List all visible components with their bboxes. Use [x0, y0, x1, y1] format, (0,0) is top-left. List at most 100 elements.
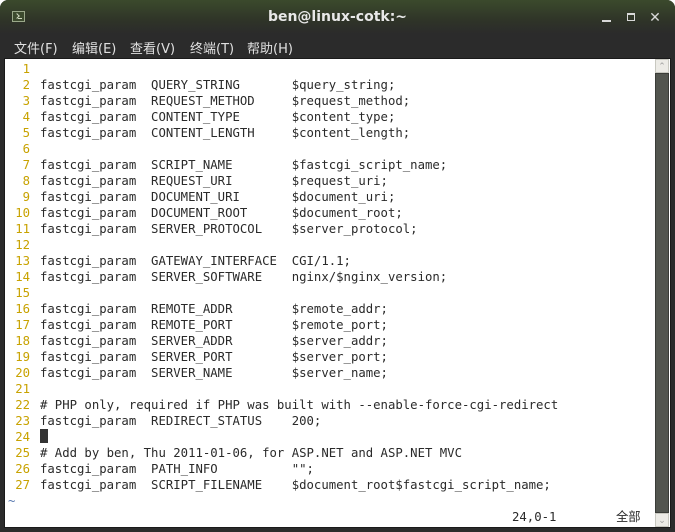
- line-number: 19: [15, 350, 30, 364]
- editor-line: 15: [8, 285, 40, 301]
- editor-line: 22 # PHP only, required if PHP was built …: [8, 397, 558, 413]
- line-number: 27: [15, 478, 30, 492]
- close-button[interactable]: ✕: [648, 11, 662, 25]
- line-number: 10: [15, 206, 30, 220]
- line-text: fastcgi_param SERVER_SOFTWARE nginx/$ngi…: [40, 270, 448, 284]
- editor-line: 6: [8, 141, 40, 157]
- editor-line: 8 fastcgi_param REQUEST_URI $request_uri;: [8, 173, 388, 189]
- menu-edit[interactable]: 编辑(E): [72, 38, 116, 57]
- line-number: 22: [15, 398, 30, 412]
- editor-line: 24: [8, 429, 48, 445]
- line-text: fastcgi_param SERVER_NAME $server_name;: [40, 366, 388, 380]
- line-text: fastcgi_param CONTENT_TYPE $content_type…: [40, 110, 396, 124]
- vim-buffer[interactable]: 1 2 fastcgi_param QUERY_STRING $query_stri…: [8, 60, 648, 526]
- line-number: 14: [15, 270, 30, 284]
- line-text: fastcgi_param SERVER_PORT $server_port;: [40, 350, 388, 364]
- line-text: fastcgi_param REQUEST_METHOD $request_me…: [40, 94, 411, 108]
- maximize-button[interactable]: [625, 11, 639, 25]
- menu-view[interactable]: 查看(V): [130, 38, 175, 57]
- terminal-window: ben@linux-cotk:~ ✕ 文件(F) 编辑(E) 查看(V) 终端(…: [0, 0, 675, 532]
- editor-line: 26 fastcgi_param PATH_INFO "";: [8, 461, 314, 477]
- editor-line: 25 # Add by ben, Thu 2011-01-06, for ASP.…: [8, 445, 462, 461]
- empty-line-tilde: ~: [8, 494, 16, 508]
- line-number: 11: [15, 222, 30, 236]
- vim-status-line: "/etc/nginx/fastcgi_params" 27L, 1076C 已…: [8, 509, 648, 525]
- editor-line: 16 fastcgi_param REMOTE_ADDR $remote_addr…: [8, 301, 388, 317]
- editor-line: 14 fastcgi_param SERVER_SOFTWARE nginx/$n…: [8, 269, 447, 285]
- text-cursor: [40, 429, 48, 443]
- editor-line: 20 fastcgi_param SERVER_NAME $server_name…: [8, 365, 388, 381]
- line-number: 26: [15, 462, 30, 476]
- line-number: 9: [22, 190, 30, 204]
- line-text: fastcgi_param SERVER_ADDR $server_addr;: [40, 334, 388, 348]
- line-number: 8: [22, 174, 30, 188]
- editor-line: 10 fastcgi_param DOCUMENT_ROOT $document_…: [8, 205, 403, 221]
- minimize-icon: [602, 20, 611, 22]
- editor-line: 12: [8, 237, 40, 253]
- scroll-up-button[interactable]: ⌃: [655, 59, 669, 73]
- line-number: 1: [22, 62, 30, 76]
- menu-help[interactable]: 帮助(H): [247, 38, 293, 57]
- editor-line: 18 fastcgi_param SERVER_ADDR $server_addr…: [8, 333, 388, 349]
- line-number: 4: [22, 110, 30, 124]
- line-number: 5: [22, 126, 30, 140]
- scroll-indicator: 全部: [616, 510, 641, 524]
- line-number: 17: [15, 318, 30, 332]
- editor-line: 13 fastcgi_param GATEWAY_INTERFACE CGI/1.…: [8, 253, 351, 269]
- line-number: 15: [15, 286, 30, 300]
- chevron-up-icon: ⌃: [658, 62, 666, 72]
- line-text: fastcgi_param PATH_INFO "";: [40, 462, 314, 476]
- line-number: 6: [22, 142, 30, 156]
- editor-line: 21: [8, 381, 40, 397]
- window-title: ben@linux-cotk:~: [267, 9, 408, 25]
- editor-line: 1: [8, 61, 40, 77]
- line-number: 16: [15, 302, 30, 316]
- editor-line: 5 fastcgi_param CONTENT_LENGTH $content_l…: [8, 125, 411, 141]
- line-text: fastcgi_param GATEWAY_INTERFACE CGI/1.1;: [40, 254, 351, 268]
- menu-terminal[interactable]: 终端(T): [190, 38, 234, 57]
- editor-line: 7 fastcgi_param SCRIPT_NAME $fastcgi_scri…: [8, 157, 448, 173]
- editor-line: 3 fastcgi_param REQUEST_METHOD $request_m…: [8, 93, 411, 109]
- minimize-button[interactable]: [600, 11, 614, 25]
- line-number: 12: [15, 238, 30, 252]
- line-number: 23: [15, 414, 30, 428]
- line-text: fastcgi_param CONTENT_LENGTH $content_le…: [40, 126, 411, 140]
- vertical-scrollbar[interactable]: ⌃ ⌄: [655, 59, 669, 527]
- cursor-position: 24,0-1: [512, 510, 557, 524]
- line-text: fastcgi_param REMOTE_ADDR $remote_addr;: [40, 302, 388, 316]
- editor-line: 2 fastcgi_param QUERY_STRING $query_strin…: [8, 77, 396, 93]
- editor-line: 4 fastcgi_param CONTENT_TYPE $content_typ…: [8, 109, 396, 125]
- editor-line: 19 fastcgi_param SERVER_PORT $server_port…: [8, 349, 388, 365]
- line-text: fastcgi_param DOCUMENT_URI $document_uri…: [40, 190, 396, 204]
- chevron-down-icon: ⌄: [658, 516, 666, 526]
- editor-line: 9 fastcgi_param DOCUMENT_URI $document_ur…: [8, 189, 396, 205]
- editor-line: 17 fastcgi_param REMOTE_PORT $remote_port…: [8, 317, 388, 333]
- maximize-icon: [627, 13, 635, 21]
- line-number: 20: [15, 366, 30, 380]
- editor-line: 11 fastcgi_param SERVER_PROTOCOL $server_…: [8, 221, 418, 237]
- line-number: 7: [22, 158, 30, 172]
- line-number: 25: [15, 446, 30, 460]
- menubar: 文件(F) 编辑(E) 查看(V) 终端(T) 帮助(H): [0, 34, 675, 58]
- scroll-down-button[interactable]: ⌄: [655, 513, 669, 527]
- line-text: fastcgi_param REDIRECT_STATUS 200;: [40, 414, 322, 428]
- scroll-thumb[interactable]: [655, 73, 669, 513]
- editor-line: 23 fastcgi_param REDIRECT_STATUS 200;: [8, 413, 321, 429]
- line-text: fastcgi_param SERVER_PROTOCOL $server_pr…: [40, 222, 418, 236]
- line-text: fastcgi_param DOCUMENT_ROOT $document_ro…: [40, 206, 403, 220]
- line-text: fastcgi_param REMOTE_PORT $remote_port;: [40, 318, 388, 332]
- line-text: fastcgi_param QUERY_STRING $query_string…: [40, 78, 396, 92]
- line-text: fastcgi_param SCRIPT_NAME $fastcgi_scrip…: [40, 158, 448, 172]
- line-number: 18: [15, 334, 30, 348]
- terminal-area[interactable]: 1 2 fastcgi_param QUERY_STRING $query_stri…: [4, 58, 671, 528]
- line-text: fastcgi_param REQUEST_URI $request_uri;: [40, 174, 388, 188]
- line-text: # PHP only, required if PHP was built wi…: [40, 398, 559, 412]
- line-text: fastcgi_param SCRIPT_FILENAME $document_…: [40, 478, 551, 492]
- line-text: # Add by ben, Thu 2011-01-06, for ASP.NE…: [40, 446, 462, 460]
- close-icon: ✕: [649, 10, 661, 26]
- titlebar[interactable]: ben@linux-cotk:~ ✕: [0, 0, 675, 34]
- menu-file[interactable]: 文件(F): [14, 38, 58, 57]
- line-number: 21: [15, 382, 30, 396]
- line-number: 24: [15, 430, 30, 444]
- line-number: 13: [15, 254, 30, 268]
